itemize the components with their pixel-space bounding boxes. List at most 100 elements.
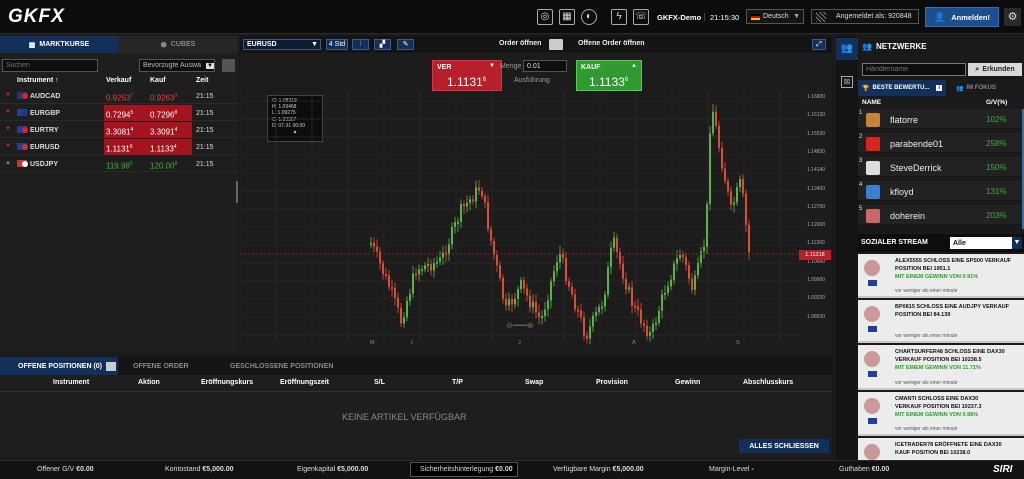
- period-button[interactable]: 4 Std: [326, 39, 348, 50]
- candle: [487, 202, 489, 230]
- language-select[interactable]: Deutsch ▼: [746, 9, 804, 24]
- close-all-button[interactable]: ALLES SCHLIESSEN: [739, 439, 829, 453]
- quote-buy[interactable]: 0.72968: [148, 105, 192, 121]
- splitter-handle[interactable]: [236, 181, 238, 203]
- candle: [469, 199, 471, 203]
- col-open-price[interactable]: Eröffnungskurs: [201, 379, 253, 386]
- col-instrument[interactable]: Instrument ↑: [17, 77, 59, 84]
- indicator-icon[interactable]: ▞: [374, 39, 391, 50]
- stream-header: SOZIALER STREAM Alle ▼: [858, 234, 1024, 252]
- col-tp[interactable]: T/P: [452, 379, 463, 386]
- stream-item[interactable]: BP0815 SCHLOSS EINE AUDJPY VERKAUF POSITI…: [858, 300, 1024, 343]
- quote-row[interactable]: ▲ USDJPY 119.985 120.008 21:15: [0, 156, 238, 172]
- stream-filter-select[interactable]: Alle ▼: [950, 237, 1022, 249]
- info-icon: i: [936, 85, 942, 91]
- quote-buy[interactable]: 1.11334: [148, 139, 192, 155]
- quote-row[interactable]: ▼ EURTRY 3.30814 3.30914 21:15: [0, 122, 238, 138]
- trader-name[interactable]: SteveDerrick: [890, 163, 942, 173]
- quote-buy[interactable]: 3.30914: [148, 122, 192, 138]
- sell-button[interactable]: VER ▼ 1.11316: [432, 60, 502, 91]
- pending-order-link[interactable]: Offene Order öffnen: [578, 40, 645, 47]
- candle: [670, 279, 672, 287]
- quote-symbol: EURGBP: [30, 110, 60, 117]
- candle: [691, 278, 693, 290]
- buy-button[interactable]: KAUF ▲ 1.11336: [576, 60, 642, 91]
- quote-row[interactable]: ▼ AUDCAD 0.92537 0.92633 21:15: [0, 88, 238, 104]
- quote-sell[interactable]: 119.985: [104, 156, 148, 172]
- col-close-price[interactable]: Abschlusskurs: [743, 379, 793, 386]
- trader-row[interactable]: 5 doherein 203%: [858, 205, 1024, 225]
- symbol-select[interactable]: EURUSD ▼: [243, 39, 321, 50]
- calendar-icon[interactable]: ▦: [559, 9, 575, 25]
- quote-buy[interactable]: 120.008: [148, 156, 192, 172]
- amount-input[interactable]: [523, 60, 567, 72]
- col-open-time[interactable]: Eröffnungszeit: [280, 379, 329, 386]
- quote-search-input[interactable]: [2, 59, 98, 72]
- theme-toggle-icon[interactable]: ◐: [581, 9, 597, 25]
- explore-button[interactable]: ⌕ Erkunden: [968, 63, 1022, 76]
- trader-name[interactable]: doherein: [890, 211, 925, 221]
- col-commission[interactable]: Provision: [596, 379, 628, 386]
- zoom-slider[interactable]: ⊖━━━⊕: [506, 321, 564, 330]
- col-sell[interactable]: Verkauf: [106, 77, 131, 84]
- col-time[interactable]: Zeit: [196, 77, 208, 84]
- col-instrument[interactable]: Instrument: [53, 379, 89, 386]
- quote-sell[interactable]: 0.92537: [104, 88, 148, 104]
- candle: [688, 264, 690, 279]
- stream-item[interactable]: ICETRADER78 ERÖFFNETE EINE DAX30 KAUF POS…: [858, 438, 1024, 460]
- tab-open-orders[interactable]: OFFENE ORDER: [133, 363, 189, 370]
- tab-marktkurse[interactable]: ▦ MARKTKURSE: [0, 36, 118, 53]
- tab-closed-positions[interactable]: GESCHLOSSENE POSITIONEN: [230, 363, 333, 370]
- phone-icon[interactable]: ☏: [633, 9, 649, 25]
- trader-row[interactable]: 3 SteveDerrick 150%: [858, 157, 1024, 177]
- camera-icon[interactable]: ◎: [537, 9, 553, 25]
- candles-icon[interactable]: ⫶: [352, 39, 369, 50]
- logged-in-label: Angemeldet als: 920848: [836, 13, 912, 20]
- fullscreen-icon[interactable]: ⤢: [812, 39, 826, 50]
- trader-name[interactable]: parabende01: [890, 139, 943, 149]
- col-action[interactable]: Aktion: [138, 379, 160, 386]
- candle: [538, 312, 540, 317]
- candle: [400, 307, 402, 324]
- col-profit[interactable]: Gewinn: [675, 379, 700, 386]
- draw-pencil-icon[interactable]: ✎: [397, 39, 414, 50]
- trader-name[interactable]: flatorre: [890, 115, 918, 125]
- trader-name[interactable]: kfloyd: [890, 187, 914, 197]
- trader-row[interactable]: 1 flatorre 102%: [858, 109, 1024, 129]
- layout-grid-icon[interactable]: [222, 59, 235, 72]
- col-swap[interactable]: Swap: [525, 379, 543, 386]
- stream-item[interactable]: CHARTSURFER48 SCHLOSS EINE DAX30 VERKAUF …: [858, 345, 1024, 390]
- candle: [529, 295, 531, 308]
- top-bar: GKFX ◎ ▦ ◐ ϟ ☏ GKFX-Demo 21:15:30 Deutsc…: [0, 0, 1024, 34]
- col-sl[interactable]: S/L: [374, 379, 385, 386]
- order-toggle[interactable]: [549, 39, 563, 50]
- price-tick: 1.16120: [807, 112, 826, 119]
- order-open-link[interactable]: Order öffnen: [499, 40, 541, 47]
- tab-open-positions[interactable]: OFFENE POSITIONEN (0): [0, 357, 118, 375]
- stream-item[interactable]: ALEX5555 SCHLOSS EINE SPS00 VERKAUF POSIT…: [858, 254, 1024, 298]
- quote-row[interactable]: ▼ EURGBP 0.72945 0.72968 21:15: [0, 105, 238, 121]
- quote-sell[interactable]: 3.30814: [104, 122, 148, 138]
- login-button[interactable]: 👤 Anmelden!: [925, 7, 999, 27]
- tab-best-rated[interactable]: 🏆 BESTE BEWERTU... i: [858, 80, 946, 96]
- quote-buy[interactable]: 0.92633: [148, 88, 192, 104]
- quote-sell[interactable]: 0.72945: [104, 105, 148, 121]
- quote-sell[interactable]: 1.11316: [104, 139, 148, 155]
- tab-cubes[interactable]: ⬢ CUBES: [118, 36, 238, 53]
- candle: [712, 111, 714, 134]
- quote-row[interactable]: ▼ EURUSD 1.11316 1.11334 21:15: [0, 139, 238, 155]
- tab-in-focus[interactable]: 👥 IM FOKUS: [950, 80, 1022, 96]
- candle: [472, 199, 474, 202]
- lightning-icon[interactable]: ϟ: [611, 9, 627, 25]
- network-tab-icon[interactable]: 👥: [836, 38, 858, 60]
- candlestick-chart[interactable]: [240, 91, 832, 346]
- preferred-filter-select[interactable]: Bevorzugte Auswa ▼: [139, 59, 215, 72]
- calculator-icon[interactable]: ⊠: [841, 76, 853, 88]
- stream-item[interactable]: CMANTI SCHLOSS EINE DAX30 VERKAUF POSITIO…: [858, 392, 1024, 436]
- col-buy[interactable]: Kauf: [150, 77, 166, 84]
- trader-row[interactable]: 4 kfloyd 131%: [858, 181, 1024, 201]
- gear-icon[interactable]: ⚙: [1004, 8, 1021, 26]
- trader-row[interactable]: 2 parabende01 258%: [858, 133, 1024, 153]
- trader-pct: 102%: [986, 115, 1007, 124]
- trader-search-input[interactable]: [862, 63, 966, 76]
